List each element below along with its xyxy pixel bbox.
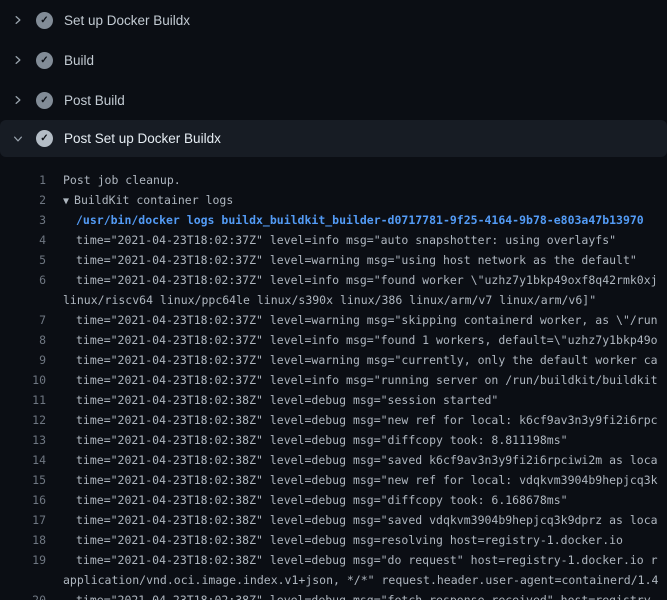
log-line-number[interactable]: 17 xyxy=(0,510,46,530)
log-line-number xyxy=(0,570,46,590)
log-line-text: application/vnd.oci.image.index.v1+json,… xyxy=(63,570,658,590)
log-line: 18 time="2021-04-23T18:02:38Z" level=deb… xyxy=(0,530,667,550)
log-line: 2 ▼ BuildKit container logs xyxy=(0,190,667,210)
log-line: 8 time="2021-04-23T18:02:37Z" level=info… xyxy=(0,330,667,350)
log-line: 12 time="2021-04-23T18:02:38Z" level=deb… xyxy=(0,410,667,430)
log-line-number[interactable]: 20 xyxy=(0,590,46,600)
log-line-text: /usr/bin/docker logs buildx_buildkit_bui… xyxy=(63,210,644,230)
log-line: 1 Post job cleanup. xyxy=(0,170,667,190)
log-line-text: time="2021-04-23T18:02:37Z" level=warnin… xyxy=(63,350,658,370)
log-line-number[interactable]: 8 xyxy=(0,330,46,350)
log-line-number xyxy=(0,290,46,310)
log-line-text: time="2021-04-23T18:02:38Z" level=debug … xyxy=(63,430,568,450)
log-line-number[interactable]: 6 xyxy=(0,270,46,290)
log-line-number[interactable]: 14 xyxy=(0,450,46,470)
log-line: 20 time="2021-04-23T18:02:38Z" level=deb… xyxy=(0,590,667,600)
log-line-number[interactable]: 3 xyxy=(0,210,46,230)
log-line: 3 /usr/bin/docker logs buildx_buildkit_b… xyxy=(0,210,667,230)
log-panel: 1 Post job cleanup. 2 ▼ BuildKit containe… xyxy=(0,157,667,600)
log-line-text: time="2021-04-23T18:02:38Z" level=debug … xyxy=(63,490,568,510)
log-line-number[interactable]: 18 xyxy=(0,530,46,550)
log-line-number[interactable]: 5 xyxy=(0,250,46,270)
log-line-number[interactable]: 16 xyxy=(0,490,46,510)
steps-list: ✓ Set up Docker Buildx ✓ Build ✓ Post Bu… xyxy=(0,0,667,157)
collapse-caret-icon[interactable]: ▼ xyxy=(63,196,69,207)
log-line: 19 time="2021-04-23T18:02:38Z" level=deb… xyxy=(0,550,667,570)
log-line-number[interactable]: 13 xyxy=(0,430,46,450)
chevron-right-icon[interactable] xyxy=(12,14,24,26)
chevron-down-icon[interactable] xyxy=(12,133,24,145)
log-line: 14 time="2021-04-23T18:02:38Z" level=deb… xyxy=(0,450,667,470)
log-line-text: time="2021-04-23T18:02:38Z" level=debug … xyxy=(63,410,658,430)
step-row[interactable]: ✓ Set up Docker Buildx xyxy=(0,0,667,40)
log-line: 9 time="2021-04-23T18:02:37Z" level=warn… xyxy=(0,350,667,370)
log-line-text: time="2021-04-23T18:02:38Z" level=debug … xyxy=(63,590,658,600)
log-line: 10 time="2021-04-23T18:02:37Z" level=inf… xyxy=(0,370,667,390)
log-line-number[interactable]: 19 xyxy=(0,550,46,570)
log-line-text: time="2021-04-23T18:02:37Z" level=warnin… xyxy=(63,310,658,330)
log-line-number[interactable]: 15 xyxy=(0,470,46,490)
log-line-text: ▼ BuildKit container logs xyxy=(63,190,233,210)
actions-log-viewer: ✓ Set up Docker Buildx ✓ Build ✓ Post Bu… xyxy=(0,0,667,600)
log-line: linux/riscv64 linux/ppc64le linux/s390x … xyxy=(0,290,667,310)
step-row[interactable]: ✓ Post Set up Docker Buildx xyxy=(0,120,667,157)
log-line-text: Post job cleanup. xyxy=(63,170,181,190)
step-title: Set up Docker Buildx xyxy=(64,13,190,28)
log-line-text: time="2021-04-23T18:02:37Z" level=info m… xyxy=(63,270,658,290)
log-line-text: time="2021-04-23T18:02:38Z" level=debug … xyxy=(63,450,658,470)
step-title: Build xyxy=(64,53,94,68)
log-line: 13 time="2021-04-23T18:02:38Z" level=deb… xyxy=(0,430,667,450)
step-row[interactable]: ✓ Post Build xyxy=(0,80,667,120)
log-line-number[interactable]: 10 xyxy=(0,370,46,390)
chevron-right-icon[interactable] xyxy=(12,54,24,66)
log-line-text: linux/riscv64 linux/ppc64le linux/s390x … xyxy=(63,290,596,310)
log-line: 7 time="2021-04-23T18:02:37Z" level=warn… xyxy=(0,310,667,330)
log-line: 16 time="2021-04-23T18:02:38Z" level=deb… xyxy=(0,490,667,510)
log-line: 15 time="2021-04-23T18:02:38Z" level=deb… xyxy=(0,470,667,490)
log-line-text: time="2021-04-23T18:02:38Z" level=debug … xyxy=(63,470,658,490)
log-line-text: time="2021-04-23T18:02:38Z" level=debug … xyxy=(63,550,658,570)
log-line-number[interactable]: 9 xyxy=(0,350,46,370)
log-line-text: time="2021-04-23T18:02:38Z" level=debug … xyxy=(63,530,623,550)
log-line: 5 time="2021-04-23T18:02:37Z" level=warn… xyxy=(0,250,667,270)
check-circle-icon: ✓ xyxy=(36,52,53,69)
log-line-number[interactable]: 11 xyxy=(0,390,46,410)
chevron-right-icon[interactable] xyxy=(12,94,24,106)
log-line: application/vnd.oci.image.index.v1+json,… xyxy=(0,570,667,590)
log-line-number[interactable]: 2 xyxy=(0,190,46,210)
check-circle-icon: ✓ xyxy=(36,130,53,147)
log-line-number[interactable]: 4 xyxy=(0,230,46,250)
log-line-text: time="2021-04-23T18:02:37Z" level=info m… xyxy=(63,230,616,250)
log-line-number[interactable]: 7 xyxy=(0,310,46,330)
log-line-number[interactable]: 12 xyxy=(0,410,46,430)
log-line-text: time="2021-04-23T18:02:38Z" level=debug … xyxy=(63,390,498,410)
log-line: 11 time="2021-04-23T18:02:38Z" level=deb… xyxy=(0,390,667,410)
log-line: 17 time="2021-04-23T18:02:38Z" level=deb… xyxy=(0,510,667,530)
step-title: Post Set up Docker Buildx xyxy=(64,131,221,146)
log-line-text: time="2021-04-23T18:02:37Z" level=info m… xyxy=(63,330,658,350)
log-line: 6 time="2021-04-23T18:02:37Z" level=info… xyxy=(0,270,667,290)
step-title: Post Build xyxy=(64,93,125,108)
log-group-label[interactable]: BuildKit container logs xyxy=(74,193,233,207)
check-circle-icon: ✓ xyxy=(36,92,53,109)
log-line-text: time="2021-04-23T18:02:38Z" level=debug … xyxy=(63,510,658,530)
log-line-text: time="2021-04-23T18:02:37Z" level=info m… xyxy=(63,370,658,390)
check-circle-icon: ✓ xyxy=(36,12,53,29)
step-row[interactable]: ✓ Build xyxy=(0,40,667,80)
log-line-text: time="2021-04-23T18:02:37Z" level=warnin… xyxy=(63,250,637,270)
log-line: 4 time="2021-04-23T18:02:37Z" level=info… xyxy=(0,230,667,250)
log-line-number[interactable]: 1 xyxy=(0,170,46,190)
